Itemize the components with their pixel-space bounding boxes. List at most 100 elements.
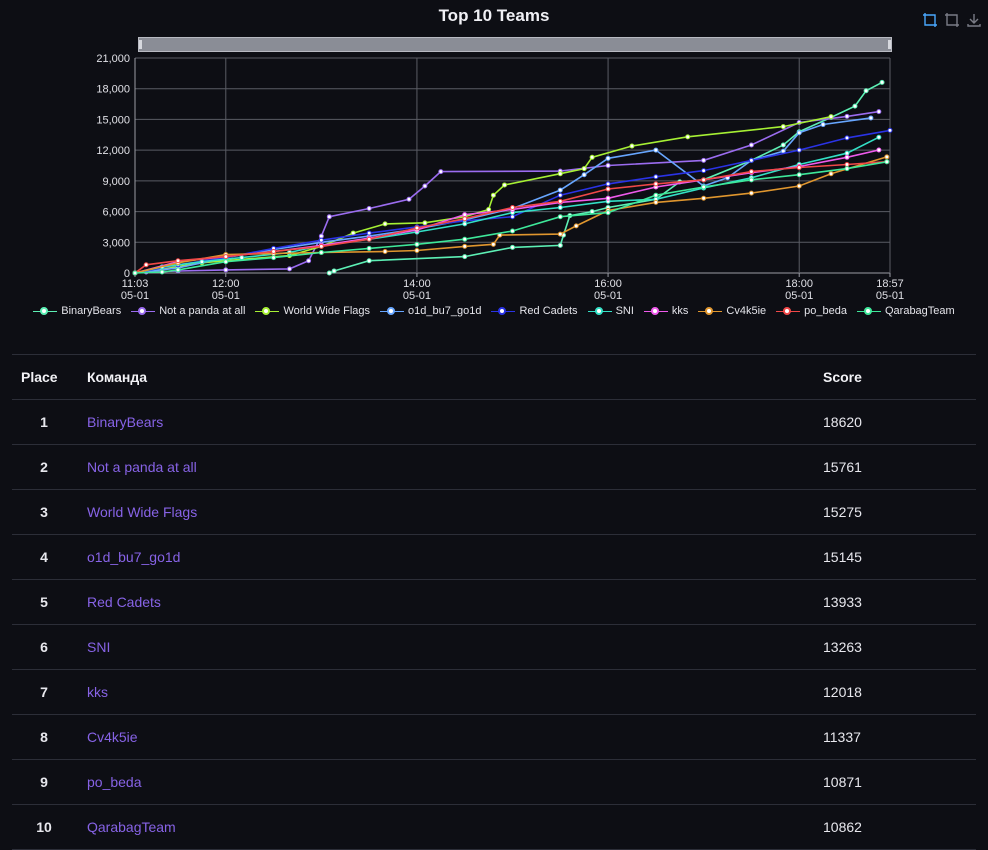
- team-cell: kks: [77, 669, 822, 715]
- data-point: [462, 212, 468, 218]
- data-point: [868, 115, 874, 121]
- legend-marker-icon: [33, 306, 58, 316]
- data-point: [223, 254, 229, 260]
- data-point: [876, 109, 882, 115]
- team-cell: SNI: [77, 624, 822, 670]
- legend-item[interactable]: kks: [643, 305, 688, 317]
- data-point: [318, 233, 324, 239]
- legend-item[interactable]: Cv4k5ie: [698, 305, 766, 317]
- legend-label: SNI: [615, 305, 634, 317]
- table-header-row: Place Команда Score: [12, 354, 976, 400]
- legend-marker-icon: [255, 306, 280, 316]
- legend-marker-icon: [698, 306, 723, 316]
- data-point: [462, 254, 468, 260]
- legend-item[interactable]: Not a panda at all: [131, 305, 245, 317]
- slider-handle-right[interactable]: [888, 40, 891, 49]
- data-point: [557, 198, 563, 204]
- data-point: [748, 177, 754, 183]
- data-point: [318, 250, 324, 256]
- x-tick-label: 18:57 05-01: [876, 278, 904, 302]
- data-point: [510, 214, 515, 220]
- data-point: [820, 122, 826, 128]
- score-cell: 12018: [822, 669, 976, 715]
- data-point: [573, 223, 579, 229]
- data-point: [271, 249, 277, 254]
- data-point: [557, 214, 563, 220]
- data-point: [884, 159, 890, 165]
- legend-marker-icon: [587, 306, 612, 316]
- table-row: 10 QarabagTeam 10862: [12, 804, 976, 850]
- data-point: [414, 247, 420, 253]
- x-tick-label: 16:00 05-01: [594, 278, 622, 302]
- data-point: [876, 147, 882, 153]
- data-point: [557, 242, 563, 248]
- data-point: [844, 150, 850, 156]
- team-link[interactable]: o1d_bu7_go1d: [87, 549, 180, 565]
- legend-item[interactable]: SNI: [587, 305, 634, 317]
- table-row: 2 Not a panda at all 15761: [12, 444, 976, 490]
- download-icon[interactable]: [966, 12, 982, 28]
- legend-label: Not a panda at all: [159, 305, 246, 317]
- y-tick-label: 21,000: [96, 53, 130, 65]
- data-point: [852, 103, 858, 109]
- legend-item[interactable]: o1d_bu7_go1d: [380, 305, 481, 317]
- data-point: [780, 124, 786, 130]
- team-link[interactable]: World Wide Flags: [87, 504, 197, 520]
- data-point: [844, 135, 850, 141]
- data-point: [828, 171, 834, 177]
- data-point: [490, 192, 496, 198]
- data-point: [132, 270, 138, 276]
- zoom-reset-icon[interactable]: [944, 12, 960, 28]
- data-point: [382, 221, 388, 227]
- place-cell: 8: [12, 714, 77, 760]
- data-point: [557, 204, 563, 210]
- data-point: [557, 231, 563, 237]
- place-cell: 5: [12, 579, 77, 625]
- score-cell: 11337: [822, 714, 976, 760]
- team-link[interactable]: Cv4k5ie: [87, 729, 138, 745]
- team-link[interactable]: SNI: [87, 639, 110, 655]
- slider-handle-left[interactable]: [139, 40, 142, 49]
- data-point: [199, 259, 205, 265]
- team-cell: o1d_bu7_go1d: [77, 534, 822, 580]
- y-tick-label: 18,000: [96, 84, 130, 96]
- place-cell: 1: [12, 399, 77, 445]
- data-point: [605, 195, 611, 201]
- legend-item[interactable]: Red Cadets: [491, 305, 578, 317]
- legend-item[interactable]: World Wide Flags: [255, 305, 370, 317]
- team-link[interactable]: Not a panda at all: [87, 459, 197, 475]
- team-cell: World Wide Flags: [77, 489, 822, 535]
- data-point: [876, 134, 882, 140]
- place-cell: 9: [12, 759, 77, 805]
- legend-label: QarabagTeam: [884, 305, 955, 317]
- data-point: [796, 147, 802, 153]
- team-link[interactable]: Red Cadets: [87, 594, 161, 610]
- data-point: [462, 243, 468, 249]
- team-link[interactable]: po_beda: [87, 774, 142, 790]
- score-cell: 13263: [822, 624, 976, 670]
- legend-item[interactable]: BinaryBears: [33, 305, 121, 317]
- data-point: [557, 192, 563, 198]
- data-point: [748, 169, 754, 175]
- zoom-icon[interactable]: [922, 12, 938, 28]
- data-point: [701, 168, 707, 174]
- data-point: [879, 79, 885, 85]
- data-point: [780, 142, 786, 148]
- x-tick-label: 11:03 05-01: [121, 278, 149, 302]
- data-point: [844, 154, 850, 160]
- data-point: [287, 266, 293, 272]
- data-point: [557, 171, 563, 177]
- table-row: 9 po_beda 10871: [12, 759, 976, 805]
- team-link[interactable]: BinaryBears: [87, 414, 163, 430]
- legend-item[interactable]: QarabagTeam: [856, 305, 955, 317]
- data-point: [653, 147, 659, 153]
- legend-label: Cv4k5ie: [726, 305, 767, 317]
- data-point: [502, 182, 508, 188]
- place-cell: 10: [12, 804, 77, 850]
- team-link[interactable]: kks: [87, 684, 108, 700]
- team-link[interactable]: QarabagTeam: [87, 819, 176, 835]
- data-point: [462, 216, 468, 222]
- legend-item[interactable]: po_beda: [776, 305, 847, 317]
- table-row: 8 Cv4k5ie 11337: [12, 714, 976, 760]
- data-point: [406, 196, 412, 202]
